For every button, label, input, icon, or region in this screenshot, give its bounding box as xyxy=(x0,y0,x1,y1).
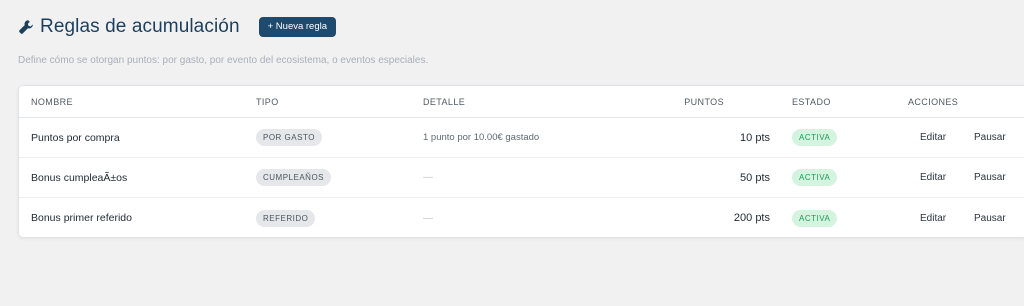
column-header-name: NOMBRE xyxy=(31,96,73,107)
edit-button[interactable]: Editar xyxy=(920,172,946,183)
rule-detail: — xyxy=(423,212,433,224)
pause-button[interactable]: Pausar xyxy=(974,172,1006,183)
type-badge: REFERIDO xyxy=(256,209,316,227)
column-header-points: PUNTOS xyxy=(684,96,724,107)
edit-button[interactable]: Editar xyxy=(920,213,946,224)
rule-name: Bonus primer referido xyxy=(31,212,132,224)
column-header-actions: ACCIONES xyxy=(908,96,959,107)
page-title: Reglas de acumulación xyxy=(40,16,240,37)
status-badge: ACTIVA xyxy=(792,169,838,186)
table-row: Puntos por compra POR GASTO 1 punto por … xyxy=(19,118,1024,158)
type-badge: POR GASTO xyxy=(256,129,322,146)
wrench-icon xyxy=(18,19,34,35)
rule-points: 200 pts xyxy=(733,212,770,224)
new-rule-button[interactable]: + Nueva regla xyxy=(258,17,337,37)
rule-points: 10 pts xyxy=(740,131,770,144)
status-badge: ACTIVA xyxy=(792,209,838,227)
rule-name: Puntos por compra xyxy=(31,131,120,144)
rules-table: NOMBRE TIPO DETALLE PUNTOS ESTADO ACCION… xyxy=(18,85,1024,238)
rule-name: Bonus cumpleaÃ±os xyxy=(31,171,128,184)
table-row: Bonus primer referido REFERIDO — 200 pts… xyxy=(19,198,1024,237)
pause-button[interactable]: Pausar xyxy=(974,213,1006,224)
page-subtitle: Define cómo se otorgan puntos: por gasto… xyxy=(18,55,429,66)
page-header: Reglas de acumulación + Nueva regla xyxy=(18,14,337,40)
column-header-type: TIPO xyxy=(256,96,279,107)
rule-points: 50 pts xyxy=(740,171,770,184)
table-row: Bonus cumpleaÃ±os CUMPLEAÑOS — 50 pts AC… xyxy=(19,158,1024,198)
status-badge: ACTIVA xyxy=(792,129,838,146)
column-header-status: ESTADO xyxy=(792,96,831,107)
rule-detail: — xyxy=(423,172,433,183)
type-badge: CUMPLEAÑOS xyxy=(256,169,332,186)
rule-detail: 1 punto por 10.00€ gastado xyxy=(423,132,540,143)
table-header: NOMBRE TIPO DETALLE PUNTOS ESTADO ACCION… xyxy=(19,86,1024,118)
edit-button[interactable]: Editar xyxy=(920,132,946,143)
column-header-detail: DETALLE xyxy=(423,96,466,107)
pause-button[interactable]: Pausar xyxy=(974,132,1006,143)
